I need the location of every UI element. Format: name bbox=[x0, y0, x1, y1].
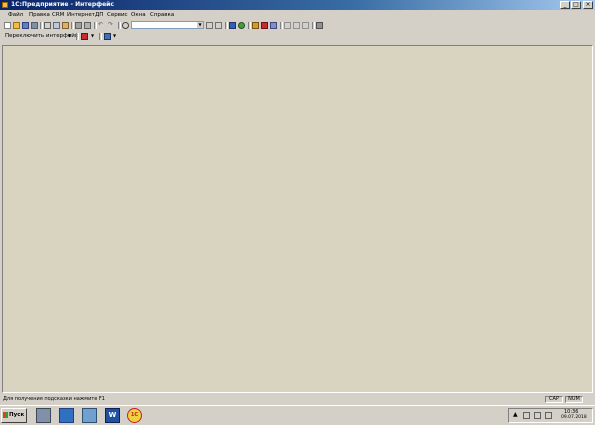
chevron-down-icon[interactable]: ▼ bbox=[91, 34, 98, 41]
menu-internet[interactable]: Интернет bbox=[67, 11, 95, 19]
save-icon[interactable] bbox=[22, 22, 29, 29]
num-indicator: NUM bbox=[565, 396, 583, 403]
1c-icon[interactable]: 1С bbox=[127, 408, 142, 423]
toolbar-separator bbox=[99, 33, 102, 40]
system-tray: ▲ 10:36 09.07.2018 bbox=[508, 408, 593, 423]
workspace-area bbox=[2, 45, 593, 393]
red-flag-icon[interactable] bbox=[81, 33, 88, 40]
show-hidden-icons-icon[interactable]: ▲ bbox=[513, 412, 520, 419]
menu-file[interactable]: Файл bbox=[8, 11, 23, 19]
main-window: 1С:Предприятие - Интерфейс _ □ × Файл Пр… bbox=[0, 0, 595, 405]
tools-icon[interactable] bbox=[104, 33, 111, 40]
chevron-down-icon[interactable]: ▼ bbox=[68, 34, 75, 41]
search-input[interactable]: ▼ bbox=[131, 21, 204, 29]
volume-icon[interactable] bbox=[545, 412, 552, 419]
image-viewer-icon[interactable] bbox=[82, 408, 97, 423]
menu-service[interactable]: Сервис bbox=[107, 11, 128, 19]
toolbar-separator bbox=[76, 33, 79, 40]
search-icon[interactable] bbox=[122, 22, 129, 29]
title-bar: 1С:Предприятие - Интерфейс _ □ × bbox=[0, 0, 595, 10]
menu-edit[interactable]: Правка bbox=[29, 11, 50, 19]
toolbar-separator bbox=[248, 22, 251, 29]
chevron-down-icon[interactable]: ▼ bbox=[197, 22, 203, 28]
operations-icon[interactable] bbox=[229, 22, 236, 29]
interface-toolbar: Переключить интерфейс ▼ ▼ ▼ bbox=[0, 31, 595, 42]
save-all-icon[interactable] bbox=[31, 22, 38, 29]
menu-crm[interactable]: CRM bbox=[52, 11, 64, 19]
photo-icon[interactable] bbox=[59, 408, 74, 423]
chevron-down-icon[interactable]: ▼ bbox=[113, 34, 120, 41]
menu-windows[interactable]: Окна bbox=[131, 11, 146, 19]
undo-icon[interactable]: ↶ bbox=[98, 22, 105, 29]
menu-dp[interactable]: ДП bbox=[95, 11, 103, 19]
stop-icon[interactable] bbox=[261, 22, 268, 29]
text-bold-icon[interactable] bbox=[284, 22, 291, 29]
text-underline-icon[interactable] bbox=[302, 22, 309, 29]
menu-help[interactable]: Справка bbox=[150, 11, 174, 19]
toolbar-separator bbox=[71, 22, 74, 29]
calculator-icon[interactable] bbox=[238, 22, 245, 29]
toolbar-separator bbox=[225, 22, 228, 29]
new-document-icon[interactable] bbox=[4, 22, 11, 29]
switch-interface-button[interactable]: Переключить интерфейс bbox=[5, 32, 78, 40]
toolbar-separator bbox=[94, 22, 97, 29]
find-previous-icon[interactable] bbox=[215, 22, 222, 29]
start-label: Пуск bbox=[9, 412, 25, 418]
main-toolbar: ↶ ↷ ▼ bbox=[0, 20, 595, 31]
close-button[interactable]: × bbox=[583, 1, 593, 9]
paste-icon[interactable] bbox=[62, 22, 69, 29]
status-hint: Для получения подсказки нажмите F1 bbox=[3, 396, 105, 402]
clock-date[interactable]: 09.07.2018 bbox=[561, 415, 587, 421]
menu-bar: Файл Правка CRM Интернет ДП Сервис Окна … bbox=[0, 10, 595, 20]
text-italic-icon[interactable] bbox=[293, 22, 300, 29]
print-icon[interactable] bbox=[75, 22, 82, 29]
maximize-button[interactable]: □ bbox=[571, 1, 581, 9]
word-icon[interactable]: W bbox=[105, 408, 120, 423]
flag-icon[interactable] bbox=[523, 412, 530, 419]
toolbar-separator bbox=[118, 22, 121, 29]
minimize-button[interactable]: _ bbox=[560, 1, 570, 9]
copy-icon[interactable] bbox=[53, 22, 60, 29]
computer-icon[interactable] bbox=[36, 408, 51, 423]
print-preview-icon[interactable] bbox=[84, 22, 91, 29]
toolbar-separator bbox=[312, 22, 315, 29]
cut-icon[interactable] bbox=[44, 22, 51, 29]
status-bar: Для получения подсказки нажмите F1 CAP N… bbox=[0, 395, 595, 404]
redo-icon[interactable]: ↷ bbox=[108, 22, 115, 29]
caps-indicator: CAP bbox=[545, 396, 563, 403]
toolbar-separator bbox=[280, 22, 283, 29]
start-button[interactable]: Пуск bbox=[1, 408, 27, 423]
list-icon[interactable] bbox=[270, 22, 277, 29]
windows-logo-icon bbox=[3, 412, 8, 418]
find-next-icon[interactable] bbox=[206, 22, 213, 29]
app-icon bbox=[2, 2, 8, 8]
window-title: 1С:Предприятие - Интерфейс bbox=[11, 1, 114, 8]
taskbar: Пуск W 1С ▲ 10:36 09.07.2018 bbox=[0, 405, 595, 425]
open-folder-icon[interactable] bbox=[13, 22, 20, 29]
calendar-icon[interactable] bbox=[252, 22, 259, 29]
help-icon[interactable] bbox=[316, 22, 323, 29]
toolbar-separator bbox=[40, 22, 43, 29]
network-icon[interactable] bbox=[534, 412, 541, 419]
